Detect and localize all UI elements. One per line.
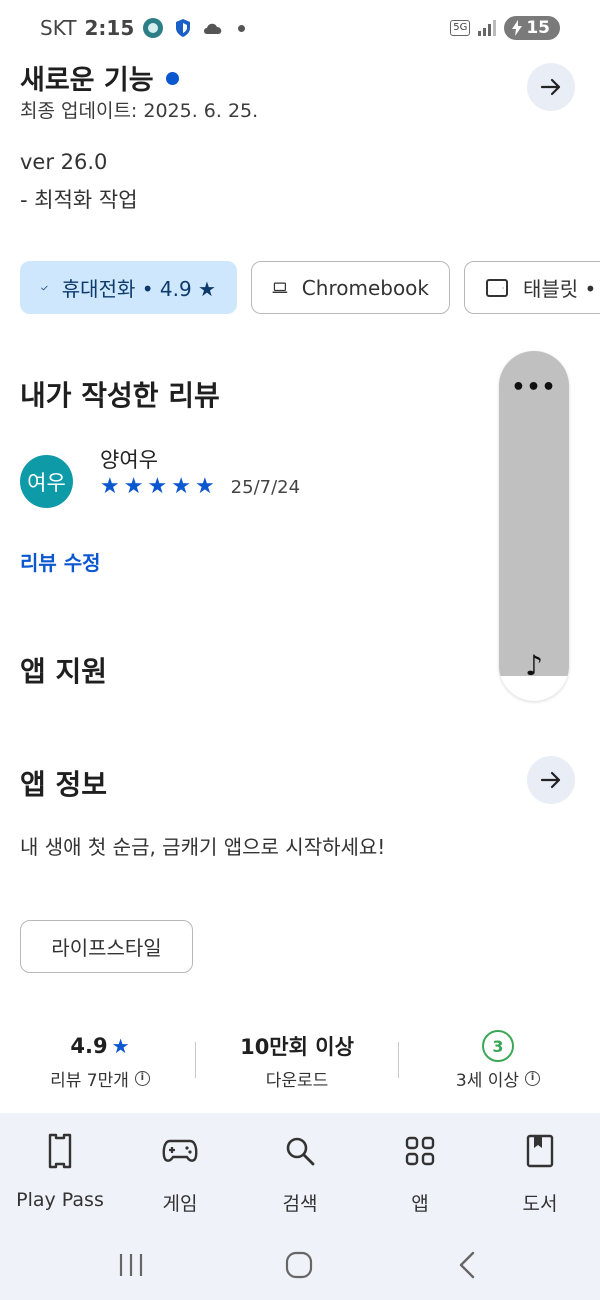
battery-level: 15 — [526, 18, 550, 38]
apps-grid-icon — [405, 1136, 435, 1166]
nav-games-label: 게임 — [162, 1193, 198, 1215]
back-button[interactable] — [447, 1248, 487, 1282]
floating-overlay-panel[interactable]: ••• ♪ — [499, 351, 569, 701]
chip-phone-label: 휴대전화 • 4.9 ★ — [61, 277, 216, 301]
clock: 2:15 — [84, 16, 135, 40]
star-icon: ★ — [100, 474, 120, 499]
info-icon[interactable]: i — [525, 1071, 541, 1086]
recent-apps-icon — [119, 1254, 143, 1276]
app-description: 내 생애 첫 순금, 금캐기 앱으로 시작하세요! — [20, 835, 386, 859]
nav-books[interactable]: 도서 — [480, 1131, 600, 1216]
downloads-value: 10만회 이상 — [240, 1035, 354, 1059]
star-icon: ★ — [171, 474, 191, 499]
status-bar: SKT 2:15 5G 15 — [0, 0, 600, 56]
network-badge: 5G — [450, 20, 471, 36]
rating-value: 4.9 — [70, 1034, 108, 1058]
reviewer-name: 양여우 — [100, 448, 158, 472]
nav-books-label: 도서 — [522, 1193, 558, 1215]
last-updated-text: 최종 업데이트: 2025. 6. 25. — [20, 100, 259, 122]
new-indicator-dot — [165, 72, 179, 85]
about-app-arrow-button[interactable] — [527, 756, 575, 804]
home-icon — [285, 1251, 313, 1279]
review-rating: ★ ★ ★ ★ ★ 25/7/24 — [100, 476, 300, 498]
my-review-title: 내가 작성한 리뷰 — [20, 379, 220, 412]
avatar: 여우 — [20, 455, 73, 508]
star-icon: ★ — [147, 474, 168, 499]
whats-new-header: 새로운 기능 — [20, 58, 179, 97]
home-button[interactable] — [279, 1248, 319, 1282]
search-icon — [286, 1137, 315, 1166]
review-count: 리뷰 7만개 — [50, 1071, 129, 1091]
battery-indicator: 15 — [504, 16, 560, 40]
check-icon — [41, 285, 48, 290]
nav-games[interactable]: 게임 — [120, 1131, 240, 1216]
nav-play-pass[interactable]: Play Pass — [0, 1131, 120, 1211]
nav-play-pass-label: Play Pass — [16, 1189, 104, 1211]
info-icon[interactable]: i — [134, 1071, 150, 1086]
chip-tablet-label: 태블릿 • 4 — [523, 277, 600, 301]
music-note-icon[interactable]: ♪ — [499, 649, 569, 682]
bottom-navigation: Play Pass 게임 검색 앱 도서 — [0, 1113, 600, 1230]
app-stats: 4.9 ★ 리뷰 7만개 i 10만회 이상 다운로드 3 3세 이상 i — [0, 1030, 600, 1100]
nav-apps[interactable]: 앱 — [360, 1131, 480, 1216]
star-icon: ★ — [111, 1034, 130, 1058]
star-icon: ★ — [123, 474, 144, 499]
gamepad-icon — [162, 1139, 198, 1162]
system-navigation-bar — [0, 1230, 600, 1300]
stat-rating: 4.9 ★ 리뷰 7만개 i — [0, 1030, 200, 1091]
signal-icon — [476, 17, 498, 39]
book-icon — [526, 1134, 554, 1168]
carrier-label: SKT — [40, 16, 77, 40]
whats-new-title: 새로운 기능 — [20, 65, 154, 96]
arrow-right-icon — [540, 771, 561, 789]
status-right: 5G 15 — [450, 16, 560, 40]
play-pass-icon — [48, 1133, 72, 1169]
chip-chromebook-label: Chromebook — [301, 275, 429, 300]
star-icon: ★ — [194, 474, 215, 499]
arrow-right-icon — [540, 78, 561, 96]
whats-new-arrow-button[interactable] — [527, 63, 575, 111]
device-chips: 휴대전화 • 4.9 ★ Chromebook 태블릿 • 4 — [20, 261, 600, 314]
nav-apps-label: 앱 — [411, 1193, 429, 1215]
release-notes: - 최적화 작업 — [20, 188, 138, 212]
charging-icon — [512, 20, 523, 36]
age-rating-label: 3세 이상 — [455, 1071, 520, 1091]
downloads-label: 다운로드 — [265, 1071, 329, 1091]
nav-search-label: 검색 — [282, 1193, 318, 1215]
app-notification-icon — [142, 17, 164, 39]
recent-apps-button[interactable] — [111, 1248, 151, 1282]
device-chip-row: 휴대전화 • 4.9 ★ Chromebook 태블릿 • 4 — [0, 255, 600, 321]
stat-divider — [195, 1042, 196, 1078]
category-chip[interactable]: 라이프스타일 — [20, 920, 193, 973]
about-app-title: 앱 정보 — [20, 768, 108, 801]
chip-chromebook[interactable]: Chromebook — [251, 261, 450, 314]
tablet-icon — [486, 278, 508, 297]
laptop-icon — [272, 282, 288, 293]
cloud-icon — [202, 17, 224, 39]
app-support-title[interactable]: 앱 지원 — [20, 650, 107, 690]
nav-search[interactable]: 검색 — [240, 1131, 360, 1216]
more-notifications-dot — [238, 24, 246, 32]
chip-tablet[interactable]: 태블릿 • 4 — [464, 261, 600, 314]
stat-downloads: 10만회 이상 다운로드 — [197, 1030, 397, 1091]
review-date: 25/7/24 — [230, 476, 301, 498]
more-horizontal-icon[interactable]: ••• — [499, 375, 569, 400]
status-left: SKT 2:15 — [40, 16, 246, 40]
stat-age-rating: 3 3세 이상 i — [398, 1030, 598, 1091]
shield-icon — [172, 17, 194, 39]
version-text: ver 26.0 — [20, 150, 108, 174]
chip-phone[interactable]: 휴대전화 • 4.9 ★ — [20, 261, 237, 314]
age-rating-badge: 3 — [482, 1030, 514, 1062]
edit-review-link[interactable]: 리뷰 수정 — [20, 547, 101, 576]
back-icon — [459, 1251, 475, 1279]
